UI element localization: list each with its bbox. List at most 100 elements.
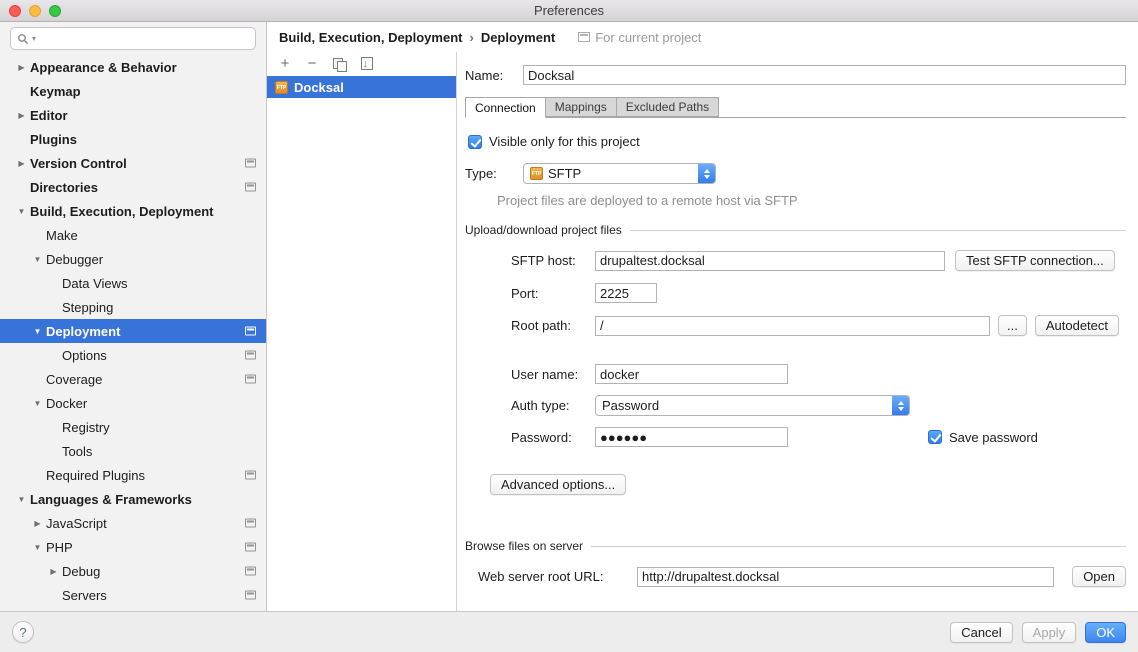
test-sftp-connection-button[interactable]: Test SFTP connection... <box>955 250 1115 271</box>
minimize-icon[interactable] <box>29 5 41 17</box>
close-icon[interactable] <box>9 5 21 17</box>
tree-arrow-icon: ▼ <box>16 207 27 216</box>
apply-button[interactable]: Apply <box>1022 622 1077 643</box>
sidebar-item-label: Options <box>62 348 107 363</box>
tree-arrow-icon: ▶ <box>16 111 27 120</box>
per-project-settings-icon <box>245 519 256 528</box>
sidebar-item-debugger[interactable]: ▼ Debugger <box>0 247 266 271</box>
tree-arrow-icon: ▶ <box>32 519 43 528</box>
help-button[interactable]: ? <box>12 621 34 643</box>
sidebar-item-label: Directories <box>30 180 98 195</box>
sidebar-item-appearance-behavior[interactable]: ▶ Appearance & Behavior <box>0 55 266 79</box>
sidebar-item-javascript[interactable]: ▶ JavaScript <box>0 511 266 535</box>
sidebar-item-label: Make <box>46 228 78 243</box>
breadcrumb-deployment: Deployment <box>481 30 555 45</box>
user-name-input[interactable] <box>595 364 788 384</box>
sidebar-item-php[interactable]: ▼ PHP <box>0 535 266 559</box>
sidebar-item-registry[interactable]: Registry <box>0 415 266 439</box>
sidebar-item-make[interactable]: Make <box>0 223 266 247</box>
sidebar-item-editor[interactable]: ▶ Editor <box>0 103 266 127</box>
auth-type-label: Auth type: <box>511 398 595 413</box>
sidebar-item-data-views[interactable]: Data Views <box>0 271 266 295</box>
sidebar-item-tools[interactable]: Tools <box>0 439 266 463</box>
sidebar-item-servers[interactable]: Servers <box>0 583 266 607</box>
sidebar-item-build-execution-deployment[interactable]: ▼ Build, Execution, Deployment <box>0 199 266 223</box>
sidebar-item-label: Docker <box>46 396 87 411</box>
sidebar-item-deployment[interactable]: ▼ Deployment <box>0 319 266 343</box>
sidebar-item-languages-frameworks[interactable]: ▼ Languages & Frameworks <box>0 487 266 511</box>
sidebar-item-label: Servers <box>62 588 107 603</box>
sftp-host-input[interactable] <box>595 251 945 271</box>
sidebar-item-stepping[interactable]: Stepping <box>0 295 266 319</box>
sidebar-item-docker[interactable]: ▼ Docker <box>0 391 266 415</box>
sidebar-item-label: Coverage <box>46 372 102 387</box>
name-input[interactable] <box>523 65 1126 85</box>
stepper-icon <box>892 395 909 416</box>
cancel-button[interactable]: Cancel <box>950 622 1012 643</box>
sidebar-item-debug[interactable]: ▶ Debug <box>0 559 266 583</box>
save-password-checkbox[interactable] <box>928 430 942 444</box>
sftp-host-label: SFTP host: <box>511 253 595 268</box>
preferences-window: Preferences ▾ ▶ Appearance & Behavior Ke… <box>0 0 1138 652</box>
tree-arrow-icon: ▼ <box>32 255 43 264</box>
server-item-label: Docksal <box>294 80 344 95</box>
port-input[interactable] <box>595 283 657 303</box>
auth-type-select[interactable]: Password <box>595 395 910 416</box>
sidebar-item-label: Editor <box>30 108 68 123</box>
sidebar-item-label: Stepping <box>62 300 113 315</box>
zoom-icon[interactable] <box>49 5 61 17</box>
type-select[interactable]: SFTP <box>523 163 716 184</box>
tab-connection[interactable]: Connection <box>465 97 546 118</box>
settings-search[interactable]: ▾ <box>10 27 256 50</box>
sidebar-item-keymap[interactable]: Keymap <box>0 79 266 103</box>
add-icon[interactable]: + <box>277 56 293 72</box>
sidebar-item-version-control[interactable]: ▶ Version Control <box>0 151 266 175</box>
open-button[interactable]: Open <box>1072 566 1126 587</box>
window-title: Preferences <box>0 3 1138 18</box>
breadcrumb-build-execution-deployment[interactable]: Build, Execution, Deployment <box>279 30 462 45</box>
per-project-settings-icon <box>245 327 256 336</box>
browse-root-path-button[interactable]: ... <box>998 315 1027 336</box>
ok-button[interactable]: OK <box>1085 622 1126 643</box>
auth-type-value: Password <box>602 398 887 413</box>
deployment-form: Name: ConnectionMappingsExcluded Paths V… <box>457 52 1138 611</box>
sidebar-item-directories[interactable]: Directories <box>0 175 266 199</box>
sidebar-item-plugins[interactable]: Plugins <box>0 127 266 151</box>
tree-arrow-icon: ▼ <box>16 495 27 504</box>
dialog-footer: ? Cancel Apply OK <box>0 611 1138 652</box>
root-path-label: Root path: <box>511 318 595 333</box>
server-list: Docksal <box>267 76 456 611</box>
tab-excluded-paths[interactable]: Excluded Paths <box>616 97 719 117</box>
paste-icon[interactable] <box>358 56 374 72</box>
sftp-server-icon <box>275 81 288 94</box>
web-root-input[interactable] <box>637 567 1054 587</box>
tree-arrow-icon: ▶ <box>48 567 59 576</box>
browse-section-header: Browse files on server <box>465 539 1126 553</box>
search-input[interactable] <box>39 32 249 46</box>
per-project-settings-icon <box>245 543 256 552</box>
advanced-options-button[interactable]: Advanced options... <box>490 474 626 495</box>
sidebar-item-coverage[interactable]: Coverage <box>0 367 266 391</box>
upload-section-header: Upload/download project files <box>465 223 1126 237</box>
remove-icon[interactable]: − <box>304 56 320 72</box>
save-password-label: Save password <box>949 430 1038 445</box>
sidebar-item-label: Version Control <box>30 156 127 171</box>
sidebar-item-label: Debugger <box>46 252 103 267</box>
visible-only-checkbox[interactable] <box>468 135 482 149</box>
sidebar-item-options[interactable]: Options <box>0 343 266 367</box>
per-project-settings-icon <box>245 471 256 480</box>
tab-mappings[interactable]: Mappings <box>545 97 617 117</box>
password-label: Password: <box>511 430 595 445</box>
server-item-docksal[interactable]: Docksal <box>267 76 456 98</box>
sidebar-item-label: Debug <box>62 564 100 579</box>
upload-section-label: Upload/download project files <box>465 223 622 237</box>
sftp-type-icon <box>530 167 543 180</box>
root-path-input[interactable] <box>595 316 990 336</box>
name-label: Name: <box>465 68 523 83</box>
password-input[interactable] <box>595 427 788 447</box>
type-hint: Project files are deployed to a remote h… <box>497 193 1126 208</box>
web-root-label: Web server root URL: <box>478 569 637 584</box>
autodetect-button[interactable]: Autodetect <box>1035 315 1119 336</box>
sidebar-item-required-plugins[interactable]: Required Plugins <box>0 463 266 487</box>
copy-icon[interactable] <box>331 56 347 72</box>
